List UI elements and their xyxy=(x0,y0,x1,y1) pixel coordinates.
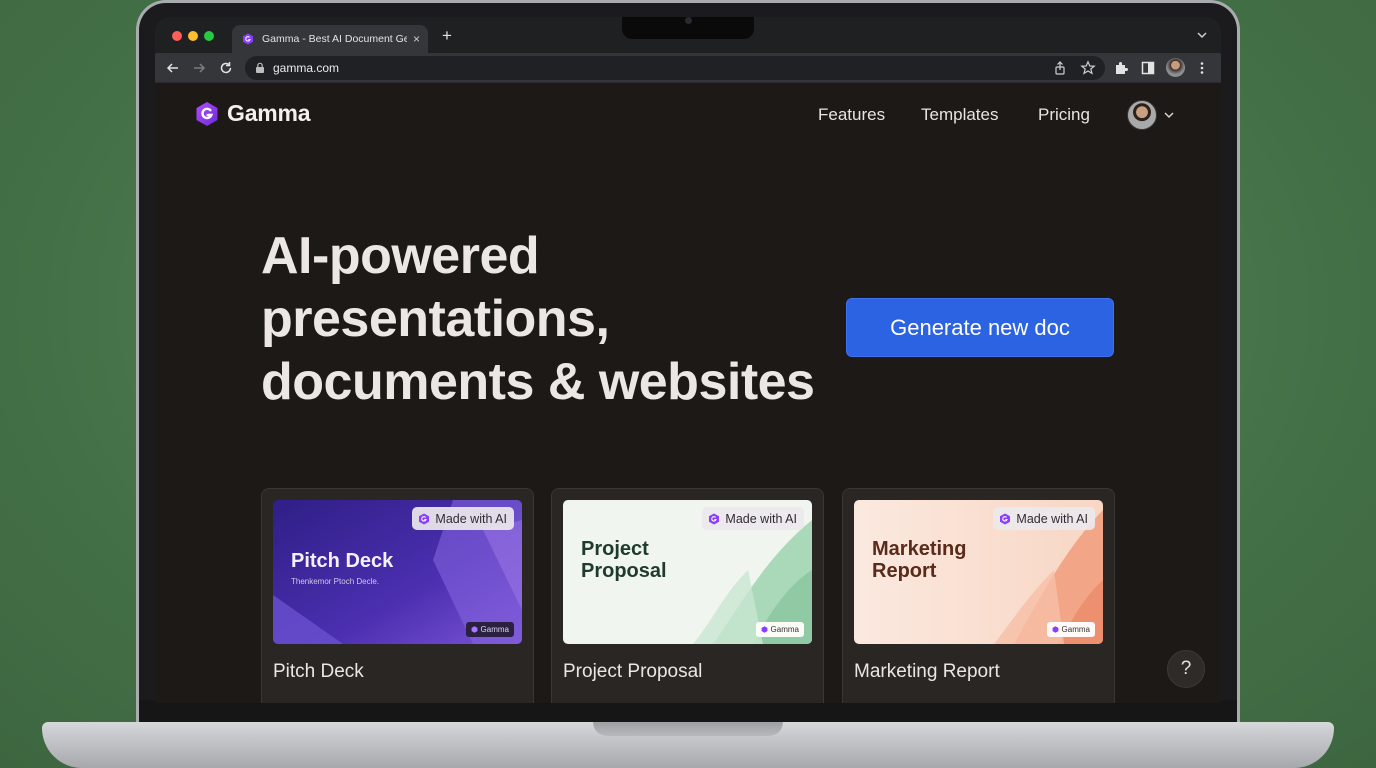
nav-pricing[interactable]: Pricing xyxy=(1038,105,1090,125)
gamma-logo[interactable]: Gamma xyxy=(195,100,311,127)
card-label: Marketing Report xyxy=(854,661,1000,682)
nav-templates[interactable]: Templates xyxy=(921,105,998,125)
thumb-title: Marketing Report xyxy=(872,538,966,582)
mini-badge-text: Gamma xyxy=(480,625,509,634)
card-label: Pitch Deck xyxy=(273,661,364,682)
template-card-project-proposal[interactable]: Made with AI Project Proposal Gamma Proj… xyxy=(551,488,824,703)
new-tab-button[interactable]: + xyxy=(438,27,456,45)
template-card-marketing-report[interactable]: Made with AI Marketing Report Gamma Mark… xyxy=(842,488,1115,703)
reload-icon[interactable] xyxy=(218,60,234,76)
logo-text: Gamma xyxy=(227,100,311,126)
made-with-ai-badge: Made with AI xyxy=(412,507,514,530)
badge-text: Made with AI xyxy=(1016,511,1088,526)
chevron-down-icon[interactable] xyxy=(1163,109,1175,121)
card-thumbnail: Made with AI Project Proposal Gamma xyxy=(563,500,812,644)
thumb-title-line: Proposal xyxy=(581,560,667,582)
thumb-title-line: Report xyxy=(872,560,937,582)
user-avatar[interactable] xyxy=(1127,100,1157,130)
laptop-base-notch xyxy=(593,722,783,736)
back-arrow-icon[interactable] xyxy=(165,60,181,76)
badge-text: Made with AI xyxy=(725,511,797,526)
card-thumbnail: Made with AI Marketing Report Gamma xyxy=(854,500,1103,644)
card-label: Project Proposal xyxy=(563,661,703,682)
more-menu-icon[interactable] xyxy=(1194,60,1210,76)
address-bar[interactable]: gamma.com xyxy=(245,56,1105,80)
share-icon[interactable] xyxy=(1052,60,1068,76)
thumb-title: Pitch Deck xyxy=(291,550,394,572)
template-card-pitch-deck[interactable]: Made with AI Pitch Deck Thenkemor Ptoch … xyxy=(261,488,534,703)
thumb-title-line: Marketing xyxy=(872,538,967,560)
gamma-badge-icon xyxy=(709,513,720,524)
gamma-mini-badge: Gamma xyxy=(755,622,804,637)
gamma-mini-icon xyxy=(761,626,767,633)
tab-search-chevron-icon[interactable] xyxy=(1195,28,1209,42)
made-with-ai-badge: Made with AI xyxy=(702,507,804,530)
nav-features[interactable]: Features xyxy=(818,105,885,125)
hero-line: documents & websites xyxy=(261,353,815,411)
screen: Gamma - Best AI Document Generator × + g… xyxy=(155,17,1221,703)
minimize-window-button[interactable] xyxy=(188,31,198,41)
hero-line: AI-powered xyxy=(261,227,540,285)
maximize-window-button[interactable] xyxy=(204,31,214,41)
hero-line: presentations, xyxy=(261,290,610,348)
extensions-puzzle-icon[interactable] xyxy=(1113,60,1129,76)
made-with-ai-badge: Made with AI xyxy=(993,507,1095,530)
tab-title: Gamma - Best AI Document Generator xyxy=(262,33,407,45)
lock-icon xyxy=(256,62,264,73)
gamma-badge-icon xyxy=(1000,513,1011,524)
gamma-badge-icon xyxy=(419,513,430,524)
generate-new-doc-button[interactable]: Generate new doc xyxy=(846,298,1114,357)
gamma-mini-icon xyxy=(471,626,477,633)
browser-toolbar: gamma.com xyxy=(155,53,1221,83)
mini-badge-text: Gamma xyxy=(770,625,799,634)
mini-badge-text: Gamma xyxy=(1061,625,1090,634)
gamma-mini-badge: Gamma xyxy=(465,622,514,637)
tab-close-icon[interactable]: × xyxy=(413,32,420,46)
badge-text: Made with AI xyxy=(435,511,507,526)
camera-icon xyxy=(685,17,692,24)
close-window-button[interactable] xyxy=(172,31,182,41)
bookmark-star-icon[interactable] xyxy=(1080,60,1096,76)
gamma-mini-icon xyxy=(1052,626,1058,633)
card-thumbnail: Made with AI Pitch Deck Thenkemor Ptoch … xyxy=(273,500,522,644)
help-button[interactable]: ? xyxy=(1167,650,1205,688)
side-panel-icon[interactable] xyxy=(1140,60,1156,76)
gamma-mini-badge: Gamma xyxy=(1046,622,1095,637)
forward-arrow-icon[interactable] xyxy=(191,60,207,76)
gamma-logo-icon xyxy=(196,101,218,126)
url-text: gamma.com xyxy=(273,61,340,75)
browser-profile-avatar[interactable] xyxy=(1166,58,1185,77)
browser-tab[interactable]: Gamma - Best AI Document Generator × xyxy=(232,25,428,53)
thumb-subtitle: Thenkemor Ptoch Decle. xyxy=(291,577,380,586)
hero-heading: AI-powered presentations, documents & we… xyxy=(261,225,821,414)
thumb-title: Project Proposal xyxy=(581,538,667,582)
thumb-title-line: Project xyxy=(581,538,649,560)
gamma-favicon-icon xyxy=(243,33,253,45)
gamma-page: Gamma Features Templates Pricing AI-powe… xyxy=(155,83,1221,703)
